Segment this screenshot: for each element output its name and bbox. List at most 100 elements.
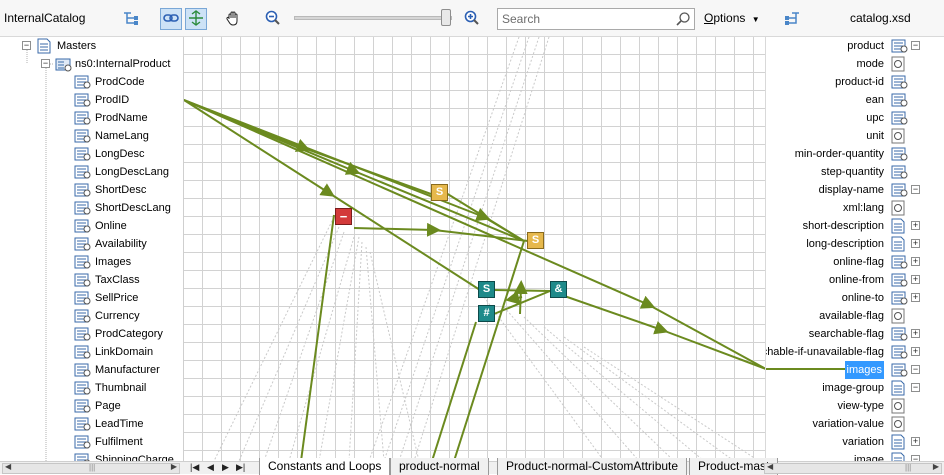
- source-item-longdesc[interactable]: LongDesc: [0, 145, 183, 163]
- concat-function-1[interactable]: S: [431, 184, 448, 201]
- target-item-unit[interactable]: unit: [766, 127, 944, 145]
- source-item-prodcode[interactable]: ProdCode: [0, 73, 183, 91]
- target-item-rchable-if-unavailable-flag[interactable]: rchable-if-unavailable-flag +: [766, 343, 944, 361]
- tab-constants-and-loops[interactable]: Constants and Loops: [259, 458, 391, 475]
- target-horizontal-scrollbar[interactable]: ◀ ||| ▶: [764, 462, 942, 474]
- logical-and-function[interactable]: &: [550, 281, 567, 298]
- target-item-xml-lang[interactable]: xml:lang: [766, 199, 944, 217]
- zoom-slider[interactable]: [294, 16, 452, 20]
- target-item-online-flag[interactable]: online-flag +: [766, 253, 944, 271]
- target-item-image-group[interactable]: image-group −: [766, 379, 944, 397]
- connection-line[interactable]: [353, 222, 441, 237]
- collapse-icon[interactable]: −: [911, 365, 920, 374]
- target-item-variation-value[interactable]: variation-value: [766, 415, 944, 433]
- source-item-shippingcharge[interactable]: ShippingCharge: [0, 451, 183, 461]
- search-input[interactable]: [498, 9, 668, 29]
- target-item-online-from[interactable]: online-from +: [766, 271, 944, 289]
- source-item-sellprice[interactable]: SellPrice: [0, 289, 183, 307]
- target-item-short-description[interactable]: short-description +: [766, 217, 944, 235]
- target-item-min-order-quantity[interactable]: min-order-quantity: [766, 145, 944, 163]
- target-item-view-type[interactable]: view-type: [766, 397, 944, 415]
- target-item-step-quantity[interactable]: step-quantity: [766, 163, 944, 181]
- connection-line[interactable]: [445, 192, 525, 242]
- options-menu-button[interactable]: Options ▼: [704, 11, 760, 25]
- expand-icon[interactable]: +: [911, 347, 920, 356]
- target-item-display-name[interactable]: display-name −: [766, 181, 944, 199]
- collapse-icon[interactable]: −: [911, 41, 920, 50]
- target-item-mode[interactable]: mode: [766, 55, 944, 73]
- target-tree-options-icon[interactable]: [783, 10, 801, 31]
- target-item-long-description[interactable]: long-description +: [766, 235, 944, 253]
- source-tree-options-icon[interactable]: [122, 10, 140, 31]
- source-tree-root[interactable]: − Masters: [0, 37, 183, 55]
- target-item-product-id[interactable]: product-id: [766, 73, 944, 91]
- source-item-linkdomain[interactable]: LinkDomain: [0, 343, 183, 361]
- connection-line[interactable]: [493, 289, 551, 292]
- zoom-out-button[interactable]: [262, 8, 284, 30]
- target-item-image[interactable]: image −: [766, 451, 944, 461]
- next-tab-icon[interactable]: ▶: [222, 462, 229, 473]
- source-item-taxclass[interactable]: TaxClass: [0, 271, 183, 289]
- target-item-product[interactable]: product −: [766, 37, 944, 55]
- mapping-canvas[interactable]: S S − S # &: [183, 37, 765, 461]
- target-item-upc[interactable]: upc: [766, 109, 944, 127]
- collapse-icon[interactable]: −: [911, 185, 920, 194]
- collapse-icon[interactable]: −: [41, 59, 50, 68]
- source-item-prodname[interactable]: ProdName: [0, 109, 183, 127]
- concat-function-2[interactable]: S: [527, 232, 544, 249]
- link-mode-button[interactable]: [160, 8, 182, 30]
- connection-line[interactable]: [513, 280, 528, 315]
- auto-connect-button[interactable]: [185, 8, 207, 30]
- zoom-in-button[interactable]: [461, 8, 483, 30]
- target-item-searchable-flag[interactable]: searchable-flag +: [766, 325, 944, 343]
- connection-line[interactable]: [184, 99, 335, 197]
- expand-icon[interactable]: +: [911, 437, 920, 446]
- source-item-page[interactable]: Page: [0, 397, 183, 415]
- source-item-prodid[interactable]: ProdID: [0, 91, 183, 109]
- source-item-shortdesclang[interactable]: ShortDescLang: [0, 199, 183, 217]
- search-icon[interactable]: [675, 11, 691, 30]
- source-item-prodcategory[interactable]: ProdCategory: [0, 325, 183, 343]
- source-horizontal-scrollbar[interactable]: ◀ ||| ▶: [2, 462, 180, 474]
- source-item-longdesclang[interactable]: LongDescLang: [0, 163, 183, 181]
- target-item-ean[interactable]: ean: [766, 91, 944, 109]
- target-item-available-flag[interactable]: available-flag: [766, 307, 944, 325]
- previous-tab-icon[interactable]: ◀: [207, 462, 214, 473]
- expand-icon[interactable]: +: [911, 221, 920, 230]
- expand-icon[interactable]: +: [911, 329, 920, 338]
- source-item-shortdesc[interactable]: ShortDesc: [0, 181, 183, 199]
- source-item-online[interactable]: Online: [0, 217, 183, 235]
- expand-icon[interactable]: +: [911, 293, 920, 302]
- collapse-icon[interactable]: −: [22, 41, 31, 50]
- source-item-namelang[interactable]: NameLang: [0, 127, 183, 145]
- source-item-currency[interactable]: Currency: [0, 307, 183, 325]
- pan-button[interactable]: [222, 8, 244, 30]
- expand-icon[interactable]: +: [911, 239, 920, 248]
- connection-line[interactable]: [184, 99, 656, 309]
- connection-line[interactable]: [431, 321, 477, 461]
- tab-product-normal[interactable]: product-normal: [390, 458, 489, 475]
- source-tree-child[interactable]: − ns0:InternalProduct: [0, 55, 183, 73]
- expand-icon[interactable]: +: [911, 257, 920, 266]
- number-function[interactable]: #: [478, 305, 495, 322]
- connection-line[interactable]: [648, 304, 765, 370]
- source-item-thumbnail[interactable]: Thumbnail: [0, 379, 183, 397]
- connection-line[interactable]: [453, 240, 525, 461]
- target-item-variation[interactable]: variation +: [766, 433, 944, 451]
- zoom-slider-thumb[interactable]: [441, 9, 451, 26]
- tab-product-normal-custom-attribute[interactable]: Product-normal-CustomAttribute: [497, 458, 688, 475]
- target-item-images[interactable]: images −: [766, 361, 944, 379]
- first-tab-icon[interactable]: |◀: [190, 462, 199, 473]
- source-item-manufacturer[interactable]: Manufacturer: [0, 361, 183, 379]
- last-tab-icon[interactable]: ▶|: [236, 462, 245, 473]
- target-item-online-to[interactable]: online-to +: [766, 289, 944, 307]
- source-item-leadtime[interactable]: LeadTime: [0, 415, 183, 433]
- expand-icon[interactable]: +: [911, 275, 920, 284]
- collapse-icon[interactable]: −: [911, 383, 920, 392]
- source-item-fulfilment[interactable]: Fulfilment: [0, 433, 183, 451]
- subtract-function[interactable]: −: [335, 208, 352, 225]
- string-function[interactable]: S: [478, 281, 495, 298]
- connection-line[interactable]: [300, 214, 335, 461]
- connection-line[interactable]: [661, 329, 765, 370]
- source-item-availability[interactable]: Availability: [0, 235, 183, 253]
